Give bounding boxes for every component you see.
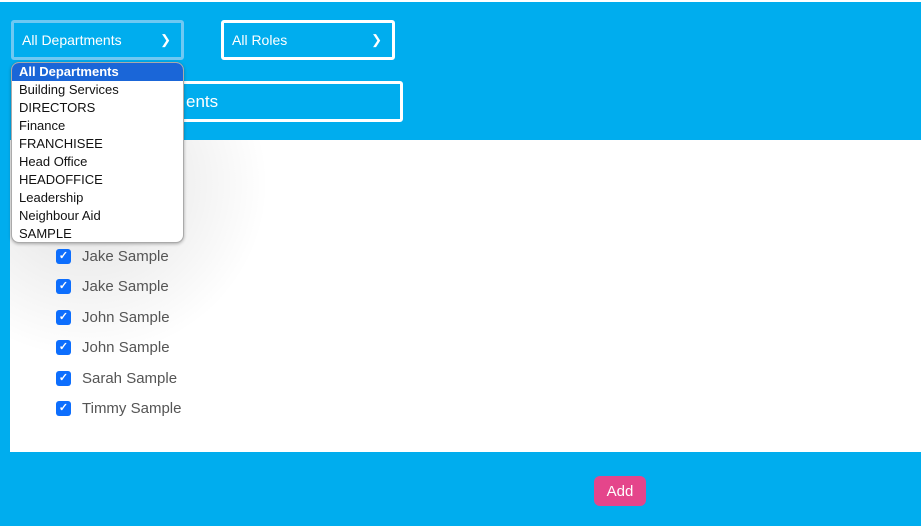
- department-select[interactable]: All Departments ❯: [11, 20, 184, 60]
- person-name: Timmy Sample: [82, 399, 182, 417]
- person-row: ✓ Jake Sample: [56, 276, 169, 296]
- person-name: John Sample: [82, 338, 170, 356]
- person-row: ✓ John Sample: [56, 337, 170, 357]
- department-option[interactable]: HEADOFFICE: [12, 171, 183, 189]
- department-option[interactable]: Building Services: [12, 81, 183, 99]
- person-name: John Sample: [82, 308, 170, 326]
- department-option[interactable]: Leadership: [12, 189, 183, 207]
- department-option[interactable]: Head Office: [12, 153, 183, 171]
- person-name: Sarah Sample: [82, 369, 178, 387]
- department-dropdown-list[interactable]: All Departments Building Services DIRECTOR…: [11, 62, 184, 243]
- department-option[interactable]: All Departments: [12, 63, 183, 81]
- department-option[interactable]: DIRECTORS: [12, 99, 183, 117]
- department-option[interactable]: Neighbour Aid: [12, 207, 183, 225]
- add-button[interactable]: Add: [594, 476, 646, 506]
- checkbox-checked-icon[interactable]: ✓: [56, 370, 71, 386]
- department-option[interactable]: FRANCHISEE: [12, 135, 183, 153]
- person-name: Jake Sample: [82, 277, 169, 295]
- checkbox-checked-icon[interactable]: ✓: [56, 278, 71, 294]
- department-option[interactable]: Finance: [12, 117, 183, 135]
- role-value: All Roles: [232, 32, 288, 48]
- department-option[interactable]: SAMPLE: [12, 225, 183, 242]
- person-row: ✓ John Sample: [56, 307, 170, 327]
- checkbox-checked-icon[interactable]: ✓: [56, 339, 71, 355]
- top-border: [0, 0, 921, 2]
- person-row: ✓ Timmy Sample: [56, 398, 181, 418]
- role-select[interactable]: All Roles ❯: [221, 20, 395, 60]
- checkbox-checked-icon[interactable]: ✓: [56, 309, 71, 325]
- chevron-down-icon: ❯: [371, 32, 382, 47]
- chevron-down-icon: ❯: [160, 32, 171, 47]
- checkbox-checked-icon[interactable]: ✓: [56, 248, 71, 264]
- department-value: All Departments: [22, 32, 122, 48]
- person-name: Jake Sample: [82, 247, 169, 265]
- checkbox-checked-icon[interactable]: ✓: [56, 400, 71, 416]
- person-row: ✓ Jake Sample: [56, 246, 169, 266]
- person-row: ✓ Sarah Sample: [56, 368, 177, 388]
- search-text: ents: [186, 92, 219, 111]
